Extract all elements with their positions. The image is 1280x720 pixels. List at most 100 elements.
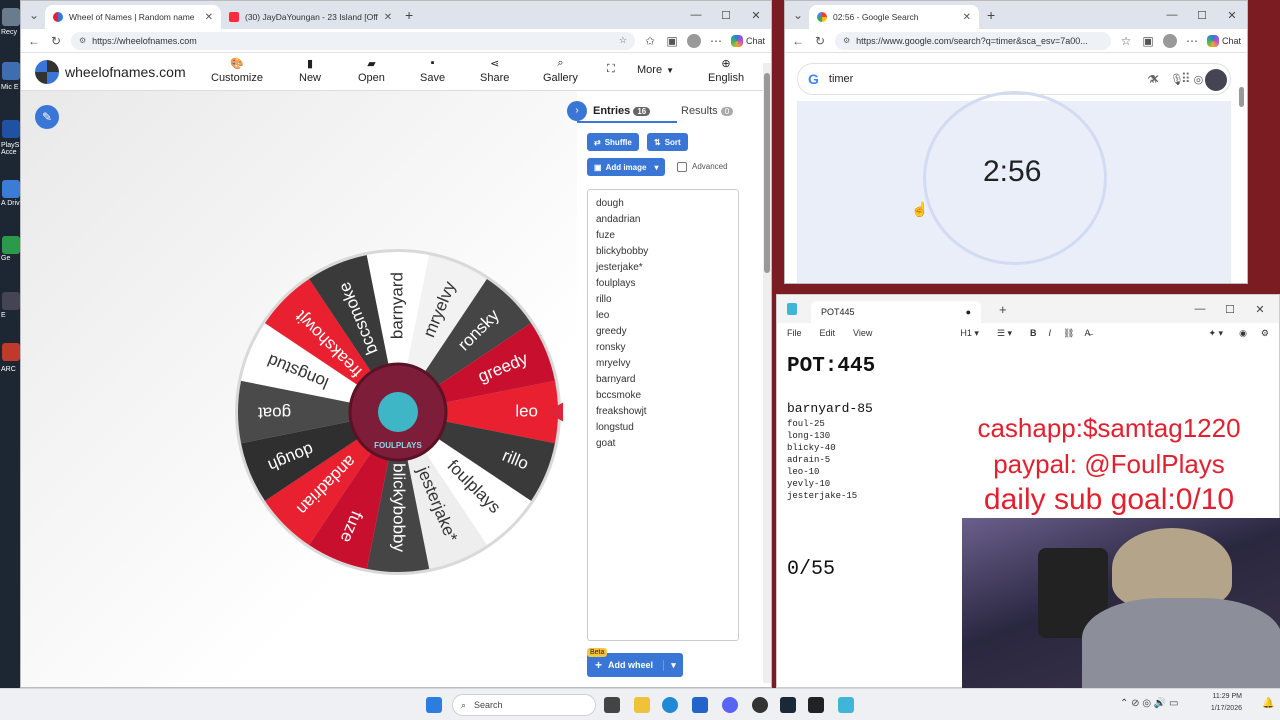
maximize-icon[interactable]: ☐ [1215,303,1245,316]
file-explorer-icon[interactable] [634,697,650,713]
profile-avatar-icon[interactable] [686,33,701,48]
edge-desktop-icon[interactable] [2,62,20,80]
language-button[interactable]: ⊕ English [708,57,744,84]
close-window-icon[interactable]: ✕ [1245,303,1275,316]
playstation-accessories-icon[interactable] [2,120,20,138]
copilot-chat-button[interactable]: Chat [730,34,765,47]
clock-date[interactable]: 1/17/2026 [1202,705,1242,712]
cod-icon[interactable] [808,697,824,713]
tab-google-search[interactable]: 02:56 - Google Search ✕ [809,5,979,29]
url-field[interactable]: ⚙ https://www.google.com/search?q=timer&… [835,31,1111,50]
scrollbar-thumb[interactable] [764,73,770,273]
collapse-sidebar-icon[interactable]: › [567,101,587,121]
copilot-chat-button[interactable]: Chat [1206,34,1241,47]
more-menu-button[interactable]: More ▼ [637,64,674,76]
add-image-button[interactable]: ▣ Add image ▾ [587,158,666,176]
gallery-button[interactable]: ⌕ Gallery [543,57,578,84]
scrollbar[interactable] [763,63,771,683]
drive-icon[interactable] [2,180,20,198]
favorites-icon[interactable]: ✩ [643,34,657,48]
menu-view[interactable]: View [853,328,872,338]
menu-file[interactable]: File [787,328,802,338]
wheelofnames-logo-icon[interactable] [35,59,59,84]
bold-icon[interactable]: B [1030,328,1037,338]
new-tab-icon[interactable]: + [999,302,1007,317]
steam-icon[interactable] [780,697,796,713]
obs-icon[interactable] [752,697,768,713]
account-icon[interactable]: ◉ [1239,328,1247,339]
reload-icon[interactable]: ↻ [49,34,63,48]
entries-textarea[interactable]: dough andadrian fuze blickybobby jesterjake*… [587,189,739,641]
maximize-icon[interactable]: ☐ [711,9,741,22]
link-icon[interactable]: ⛓ [1063,328,1074,339]
notepad-tab[interactable]: POT445 ● [811,301,981,323]
arc-icon[interactable] [2,343,20,361]
profile-avatar-icon[interactable] [1162,33,1177,48]
reload-icon[interactable]: ↻ [813,34,827,48]
minimize-icon[interactable]: — [681,9,711,21]
scrollbar[interactable] [1239,87,1245,277]
close-window-icon[interactable]: ✕ [1217,9,1247,22]
tab-list-icon[interactable]: ⌄ [27,8,41,22]
close-window-icon[interactable]: ✕ [741,9,771,22]
heading-dropdown[interactable]: H1 ▾ [960,328,979,339]
clear-format-icon[interactable]: A̶ [1084,328,1090,338]
url-field[interactable]: ⚙ https://wheelofnames.com ☆ [71,31,635,50]
site-info-icon[interactable]: ⚙ [843,36,850,45]
customize-button[interactable]: 🎨 Customize [211,57,263,84]
tab-list-icon[interactable]: ⌄ [791,8,805,22]
tab-entries[interactable]: Entries 16 [593,105,651,117]
brand-name[interactable]: wheelofnames.com [65,64,186,80]
close-tab-icon[interactable]: ✕ [384,12,392,23]
menu-edit[interactable]: Edit [820,328,836,338]
lens-search-icon[interactable]: ◎ [1194,73,1204,86]
share-button[interactable]: ⋖ Share [480,57,509,84]
close-tab-icon[interactable]: ✕ [205,12,213,23]
open-button[interactable]: ▰ Open [358,57,385,84]
more-options-icon[interactable]: ⋯ [709,34,723,48]
tray-icons[interactable]: ⌃ ⊘ ◎ 🔊 ▭ [1120,698,1179,709]
scrollbar-thumb[interactable] [1239,87,1244,107]
collections-icon[interactable]: ▣ [665,34,679,48]
edge-icon[interactable] [662,697,678,713]
maximize-icon[interactable]: ☐ [1187,9,1217,22]
advanced-checkbox[interactable] [677,162,687,172]
notepad-taskbar-icon[interactable] [838,697,854,713]
bookmark-star-icon[interactable]: ☆ [619,35,627,46]
italic-icon[interactable]: I [1049,328,1052,338]
collections-icon[interactable]: ▣ [1141,34,1155,48]
list-icon[interactable]: ☰ ▾ [997,328,1012,339]
new-tab-icon[interactable]: + [987,7,995,23]
more-options-icon[interactable]: ⋯ [1185,34,1199,48]
minimize-icon[interactable]: — [1185,303,1215,315]
tab-wheel-of-names[interactable]: Wheel of Names | Random name ✕ [45,5,221,29]
site-info-icon[interactable]: ⚙ [79,36,86,45]
sort-button[interactable]: ⇅ Sort [647,133,688,151]
save-button[interactable]: ▪ Save [420,57,445,84]
unsaved-dot-icon[interactable]: ● [966,307,971,317]
notifications-icon[interactable]: 🔔 [1262,698,1274,709]
clock-time[interactable]: 11:29 PM [1204,693,1242,700]
apps-grid-icon[interactable]: ⠿ [1181,71,1191,87]
name-wheel[interactable]: leorillofoulplaysjesterjake*blickybobbyf… [233,247,563,577]
taskbar-search[interactable]: ⌕ Search [452,694,596,716]
edit-pencil-icon[interactable]: ✎ [35,105,59,129]
caret-down-icon[interactable]: ▾ [663,659,683,671]
discord-icon[interactable] [722,697,738,713]
back-icon[interactable]: ← [791,34,805,48]
tab-youtube[interactable]: (30) JayDaYoungan - 23 Island [Off ✕ [221,5,397,29]
app-icon[interactable] [2,236,20,254]
minimize-icon[interactable]: — [1157,9,1187,21]
app-icon[interactable] [2,292,20,310]
windows-start-icon[interactable] [426,697,442,713]
tab-results[interactable]: Results 0 [681,105,734,117]
store-icon[interactable] [692,697,708,713]
settings-gear-icon[interactable]: ⚙ [1261,328,1269,339]
copilot-icon[interactable]: ✦ ▾ [1208,328,1223,339]
recycle-bin-icon[interactable] [2,8,20,26]
account-avatar[interactable] [1205,69,1227,91]
new-button[interactable]: ▮ New [299,57,321,84]
labs-icon[interactable]: ⚗ [1147,73,1157,86]
shuffle-button[interactable]: ⇄ Shuffle [587,133,639,151]
task-view-icon[interactable] [604,697,620,713]
